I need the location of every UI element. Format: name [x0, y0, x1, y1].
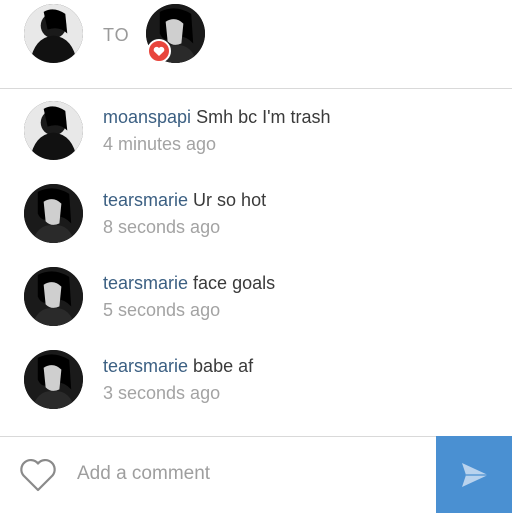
comment-timestamp: 8 seconds ago [103, 217, 221, 237]
comment-item[interactable]: tearsmarie face goals 5 seconds ago [0, 267, 512, 347]
comment-timestamp: 4 minutes ago [103, 134, 217, 154]
commenter-avatar[interactable] [24, 267, 83, 326]
comment-message: face goals [193, 273, 276, 293]
comment-item[interactable]: moanspapi Smh bc I'm trash 4 minutes ago [0, 101, 512, 181]
comment-username[interactable]: tearsmarie [103, 190, 188, 210]
comment-composer [0, 436, 512, 513]
comment-timestamp: 5 seconds ago [103, 300, 221, 320]
comment-body: tearsmarie Ur so hot [103, 190, 266, 211]
send-button[interactable] [436, 436, 512, 513]
comment-item[interactable]: tearsmarie Ur so hot 8 seconds ago [0, 184, 512, 264]
commenter-avatar[interactable] [24, 350, 83, 409]
comment-body: tearsmarie babe af [103, 356, 253, 377]
comment-body: moanspapi Smh bc I'm trash [103, 107, 331, 128]
comment-message: Smh bc I'm trash [196, 107, 331, 127]
commenter-avatar[interactable] [24, 101, 83, 160]
to-label: TO [103, 25, 130, 45]
heart-icon [147, 39, 171, 63]
send-icon [462, 463, 488, 487]
comment-body: tearsmarie face goals [103, 273, 275, 294]
heart-outline-icon[interactable] [17, 454, 59, 494]
comment-message: babe af [193, 356, 254, 376]
comment-timestamp: 3 seconds ago [103, 383, 221, 403]
comment-username[interactable]: tearsmarie [103, 356, 188, 376]
comment-username[interactable]: moanspapi [103, 107, 191, 127]
comment-message: Ur so hot [193, 190, 267, 210]
direct-header: TO [0, 0, 512, 89]
commenter-avatar[interactable] [24, 184, 83, 243]
comment-input[interactable] [77, 459, 417, 489]
comment-username[interactable]: tearsmarie [103, 273, 188, 293]
sender-avatar[interactable] [24, 4, 83, 63]
comment-item[interactable]: tearsmarie babe af 3 seconds ago [0, 350, 512, 430]
